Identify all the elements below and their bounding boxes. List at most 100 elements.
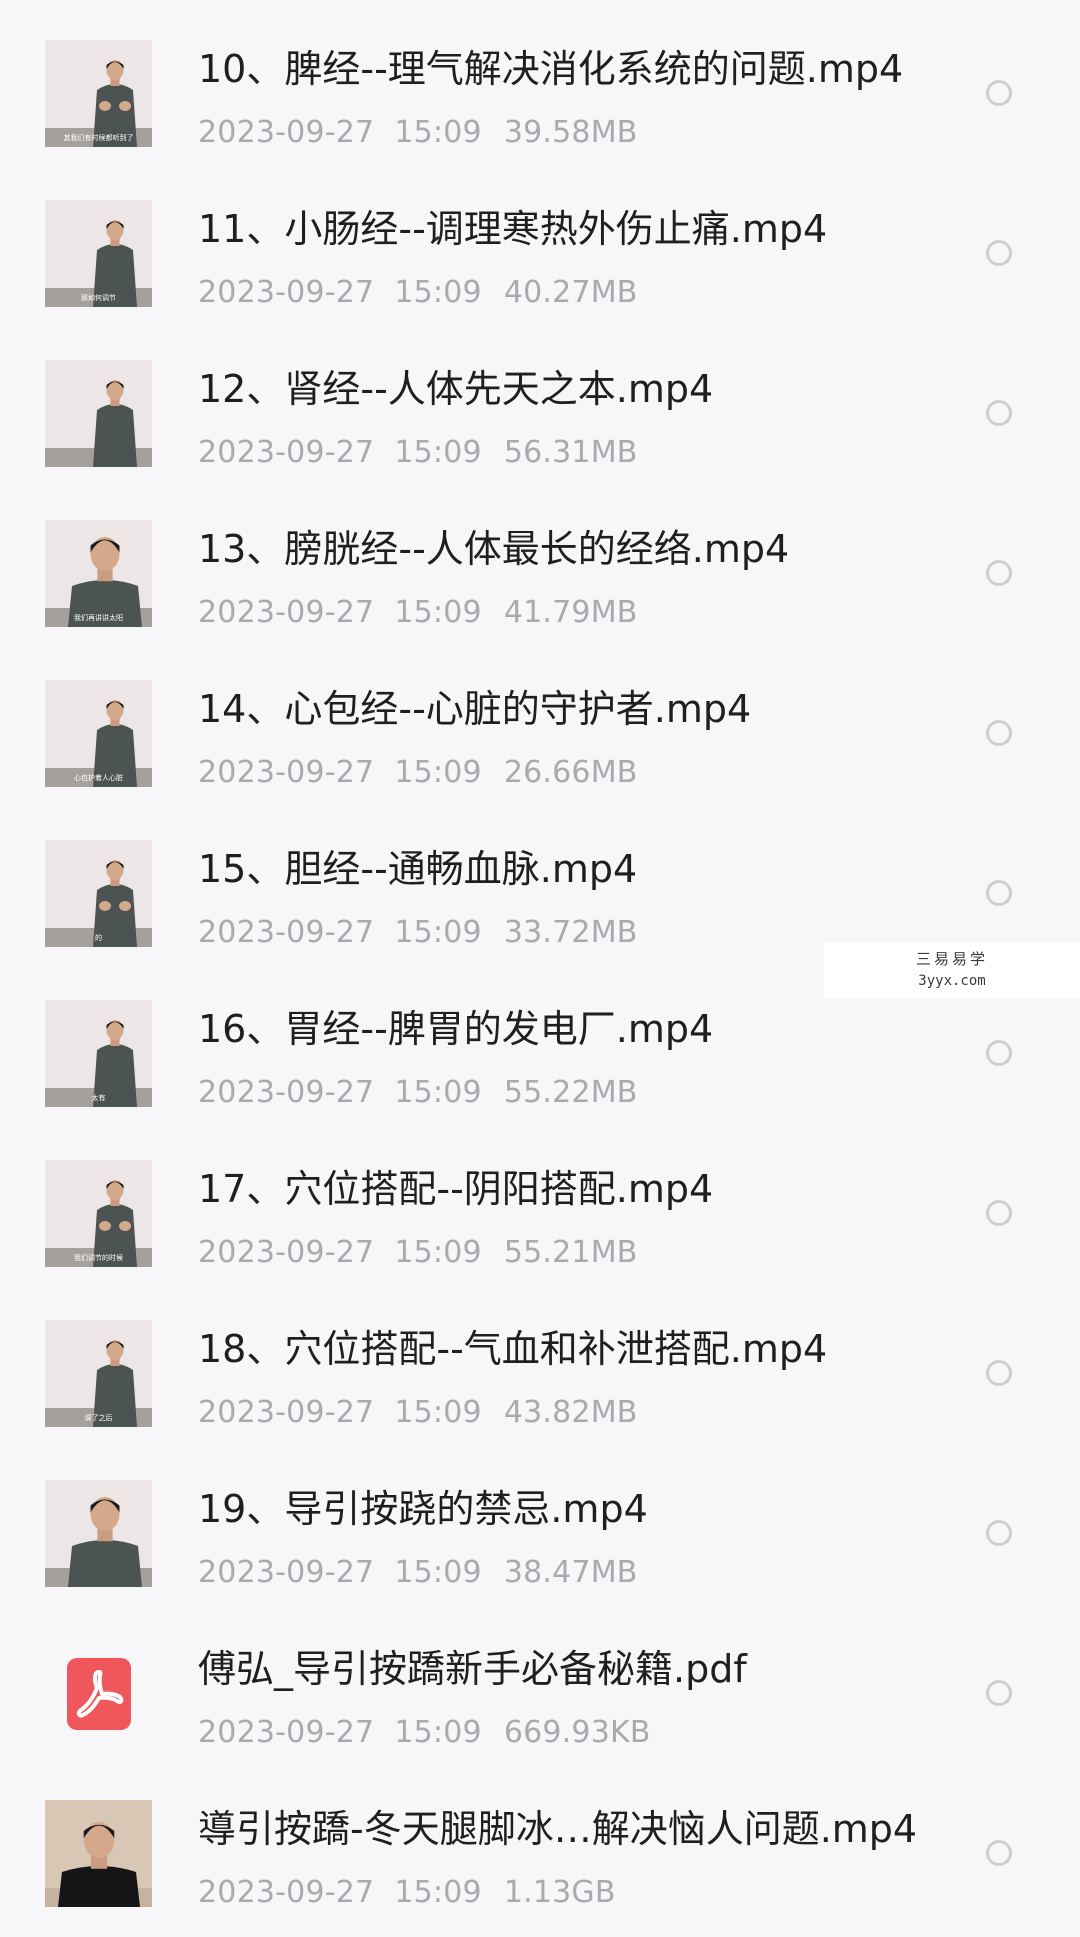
file-size: 26.66MB bbox=[503, 755, 638, 790]
file-name: 13、膀胱经--人体最长的经络.mp4 bbox=[198, 527, 790, 571]
file-date: 2023-09-27 bbox=[198, 1715, 375, 1750]
select-radio-button[interactable] bbox=[986, 240, 1012, 266]
file-time: 15:09 bbox=[394, 1555, 482, 1590]
select-radio-button[interactable] bbox=[986, 720, 1012, 746]
video-thumbnail: 太有 bbox=[45, 1000, 152, 1107]
file-date: 2023-09-27 bbox=[198, 435, 375, 470]
file-name: 17、穴位搭配--阴阳搭配.mp4 bbox=[198, 1167, 714, 1211]
file-name: 14、心包经--心脏的守护者.mp4 bbox=[198, 687, 752, 731]
select-radio-button[interactable] bbox=[986, 1680, 1012, 1706]
file-name: 18、穴位搭配--气血和补泄搭配.mp4 bbox=[198, 1327, 828, 1371]
select-radio-button[interactable] bbox=[986, 400, 1012, 426]
select-radio-button[interactable] bbox=[986, 560, 1012, 586]
pdf-icon bbox=[45, 1640, 152, 1747]
presenter-image: 太有 bbox=[45, 1000, 152, 1107]
list-item[interactable]: 我们调节的时候 17、穴位搭配--阴阳搭配.mp4 2023-09-27 15:0… bbox=[0, 1160, 1080, 1320]
file-size: 55.21MB bbox=[503, 1235, 638, 1270]
watermark-title: 三易易学 bbox=[915, 950, 988, 968]
video-thumbnail: 调了之后 bbox=[45, 1320, 152, 1427]
video-caption: 其我们有时候都听到了 bbox=[64, 133, 134, 142]
list-item[interactable]: 调了之后 18、穴位搭配--气血和补泄搭配.mp4 2023-09-27 15:0… bbox=[0, 1320, 1080, 1480]
video-thumbnail bbox=[45, 360, 152, 467]
select-radio-button[interactable] bbox=[986, 880, 1012, 906]
file-time: 15:09 bbox=[394, 1715, 482, 1750]
file-name: 10、脾经--理气解决消化系统的问题.mp4 bbox=[198, 47, 904, 91]
list-item[interactable]: 其我们有时候都听到了 10、脾经--理气解决消化系统的问题.mp4 2023-0… bbox=[0, 40, 1080, 200]
file-meta: 2023-09-27 15:09 55.21MB bbox=[198, 1238, 638, 1268]
video-thumbnail: 其我们有时候都听到了 bbox=[45, 40, 152, 147]
video-caption: 我们调节的时候 bbox=[74, 1253, 123, 1262]
presenter-image bbox=[45, 1800, 152, 1907]
file-meta: 2023-09-27 15:09 41.79MB bbox=[198, 598, 638, 628]
select-radio-button[interactable] bbox=[986, 1520, 1012, 1546]
list-item[interactable]: 19、导引按跷的禁忌.mp4 2023-09-27 15:09 38.47MB bbox=[0, 1480, 1080, 1640]
file-name: 11、小肠经--调理寒热外伤止痛.mp4 bbox=[198, 207, 828, 251]
file-time: 15:09 bbox=[394, 595, 482, 630]
file-date: 2023-09-27 bbox=[198, 1875, 375, 1910]
file-meta: 2023-09-27 15:09 669.93KB bbox=[198, 1718, 651, 1748]
file-meta: 2023-09-27 15:09 33.72MB bbox=[198, 918, 638, 948]
presenter-image: 调了之后 bbox=[45, 1320, 152, 1427]
file-time: 15:09 bbox=[394, 755, 482, 790]
video-caption: 调了之后 bbox=[85, 1413, 113, 1422]
file-size: 669.93KB bbox=[503, 1715, 651, 1750]
presenter-image bbox=[45, 1480, 152, 1587]
file-date: 2023-09-27 bbox=[198, 1075, 375, 1110]
file-size: 38.47MB bbox=[503, 1555, 638, 1590]
select-radio-button[interactable] bbox=[986, 1840, 1012, 1866]
file-time: 15:09 bbox=[394, 1235, 482, 1270]
video-thumbnail: 我们调节的时候 bbox=[45, 1160, 152, 1267]
presenter-image: 我们调节的时候 bbox=[45, 1160, 152, 1267]
list-item[interactable]: 傅弘_导引按蹻新手必备秘籍.pdf 2023-09-27 15:09 669.93K… bbox=[0, 1640, 1080, 1800]
file-time: 15:09 bbox=[394, 435, 482, 470]
presenter-image bbox=[45, 360, 152, 467]
list-item[interactable]: 導引按蹻-冬天腿脚冰…解决恼人问题.mp4 2023-09-27 15:09 1.1… bbox=[0, 1800, 1080, 1937]
file-size: 55.22MB bbox=[503, 1075, 638, 1110]
list-item[interactable]: 那如何调节 11、小肠经--调理寒热外伤止痛.mp4 2023-09-27 15:… bbox=[0, 200, 1080, 360]
select-radio-button[interactable] bbox=[986, 80, 1012, 106]
file-date: 2023-09-27 bbox=[198, 595, 375, 630]
video-caption: 心包护着人心脏 bbox=[74, 773, 123, 782]
select-radio-button[interactable] bbox=[986, 1200, 1012, 1226]
video-caption: 那如何调节 bbox=[81, 293, 116, 302]
select-radio-button[interactable] bbox=[986, 1040, 1012, 1066]
file-size: 39.58MB bbox=[503, 115, 638, 150]
file-date: 2023-09-27 bbox=[198, 915, 375, 950]
file-size: 43.82MB bbox=[503, 1395, 638, 1430]
file-name: 16、胃经--脾胃的发电厂.mp4 bbox=[198, 1007, 714, 1051]
file-meta: 2023-09-27 15:09 56.31MB bbox=[198, 438, 638, 468]
file-name: 15、胆经--通畅血脉.mp4 bbox=[198, 847, 638, 891]
file-name: 19、导引按跷的禁忌.mp4 bbox=[198, 1487, 648, 1531]
file-time: 15:09 bbox=[394, 115, 482, 150]
file-size: 40.27MB bbox=[503, 275, 638, 310]
file-name: 導引按蹻-冬天腿脚冰…解决恼人问题.mp4 bbox=[198, 1807, 918, 1851]
presenter-image: 的 bbox=[45, 840, 152, 947]
video-thumbnail: 心包护着人心脏 bbox=[45, 680, 152, 787]
file-size: 56.31MB bbox=[503, 435, 638, 470]
file-name: 12、肾经--人体先天之本.mp4 bbox=[198, 367, 714, 411]
file-date: 2023-09-27 bbox=[198, 1555, 375, 1590]
select-radio-button[interactable] bbox=[986, 1360, 1012, 1386]
file-meta: 2023-09-27 15:09 43.82MB bbox=[198, 1398, 638, 1428]
presenter-image: 我们再讲讲太阳 bbox=[45, 520, 152, 627]
file-list: 其我们有时候都听到了 10、脾经--理气解决消化系统的问题.mp4 2023-0… bbox=[0, 0, 1080, 1937]
watermark-url: 3yyx.com bbox=[918, 973, 986, 989]
list-item[interactable]: 12、肾经--人体先天之本.mp4 2023-09-27 15:09 56.31MB bbox=[0, 360, 1080, 520]
watermark: 三易易学 3yyx.com bbox=[824, 942, 1080, 998]
video-thumbnail: 那如何调节 bbox=[45, 200, 152, 307]
file-date: 2023-09-27 bbox=[198, 1395, 375, 1430]
file-name: 傅弘_导引按蹻新手必备秘籍.pdf bbox=[198, 1647, 747, 1691]
file-time: 15:09 bbox=[394, 1875, 482, 1910]
file-size: 33.72MB bbox=[503, 915, 638, 950]
video-caption: 太有 bbox=[92, 1093, 106, 1102]
file-meta: 2023-09-27 15:09 55.22MB bbox=[198, 1078, 638, 1108]
file-time: 15:09 bbox=[394, 1395, 482, 1430]
file-date: 2023-09-27 bbox=[198, 115, 375, 150]
file-date: 2023-09-27 bbox=[198, 755, 375, 790]
list-item[interactable]: 太有 16、胃经--脾胃的发电厂.mp4 2023-09-27 15:09 55.2… bbox=[0, 1000, 1080, 1160]
list-item[interactable]: 心包护着人心脏 14、心包经--心脏的守护者.mp4 2023-09-27 15:… bbox=[0, 680, 1080, 840]
file-size: 1.13GB bbox=[503, 1875, 616, 1910]
list-item[interactable]: 我们再讲讲太阳 13、膀胱经--人体最长的经络.mp4 2023-09-27 15… bbox=[0, 520, 1080, 680]
video-thumbnail bbox=[45, 1480, 152, 1587]
presenter-image: 心包护着人心脏 bbox=[45, 680, 152, 787]
